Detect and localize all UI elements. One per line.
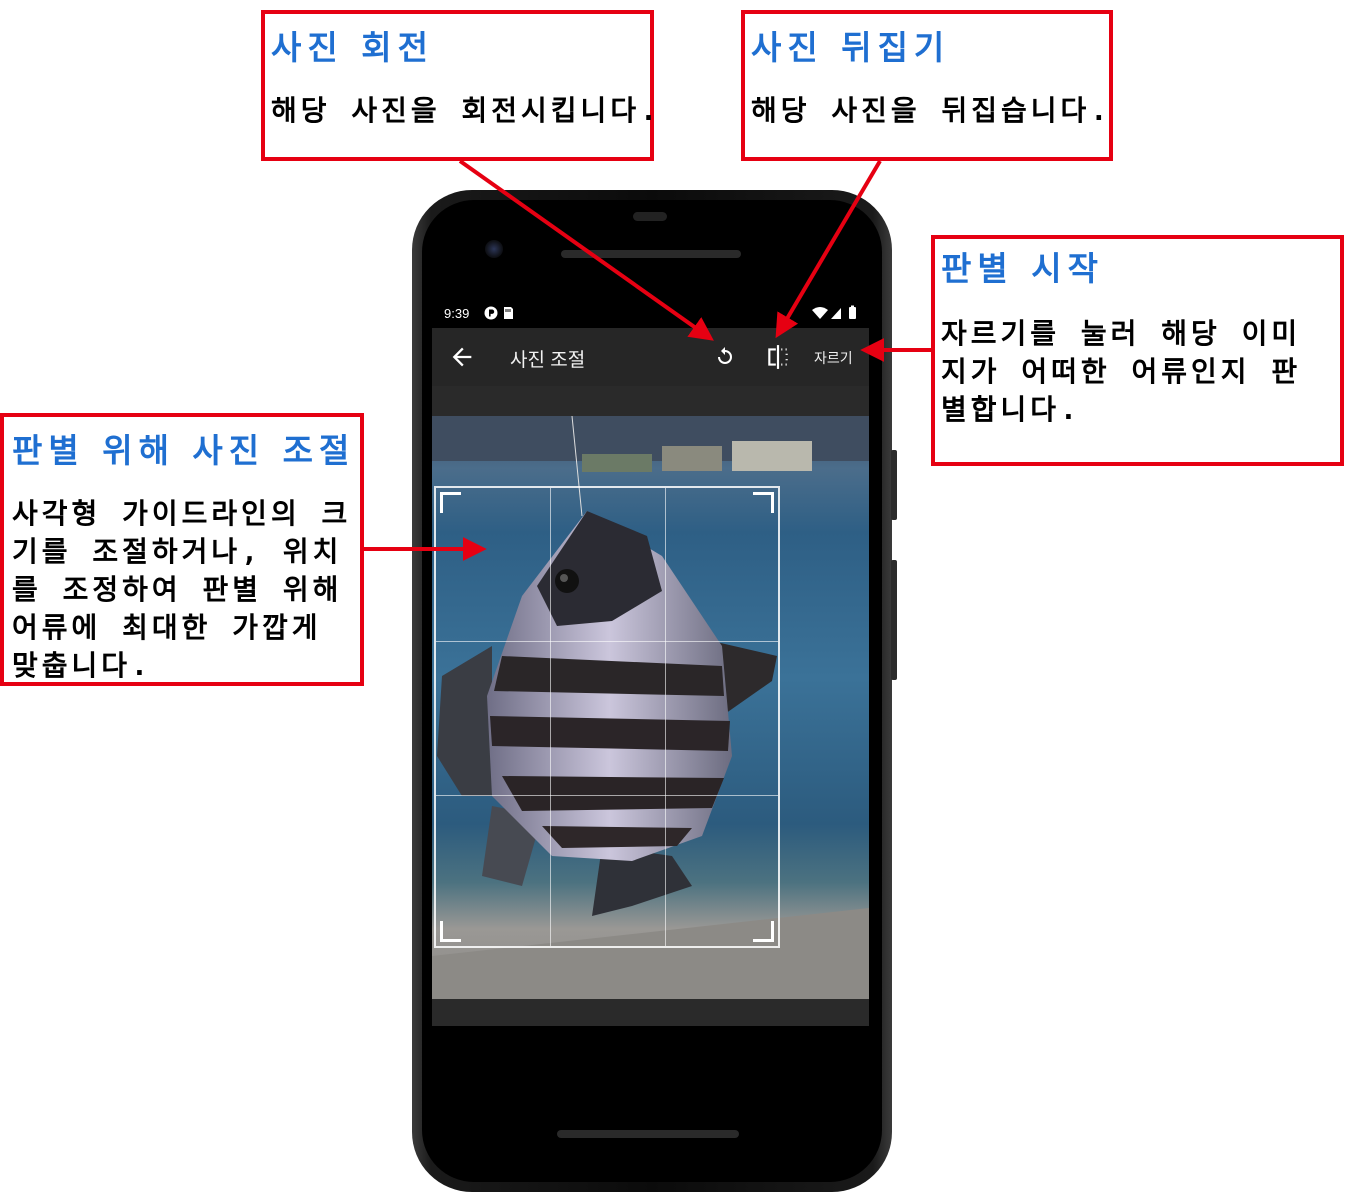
grid-line-v1	[550, 488, 551, 946]
wifi-signal-battery-icon	[812, 305, 856, 319]
grid-line-h2	[436, 795, 778, 796]
earpiece-speaker	[561, 250, 741, 258]
proximity-sensor	[633, 212, 667, 221]
volume-button	[891, 560, 897, 680]
status-bar: 9:39	[432, 300, 869, 328]
flip-icon[interactable]	[765, 344, 791, 370]
toolbar-title: 사진 조절	[510, 350, 586, 371]
callout-crop: 판별 시작 자르기를 눌러 해당 이미지가 어떠한 어류인지 판별합니다.	[931, 235, 1344, 466]
back-arrow-icon[interactable]	[448, 343, 476, 371]
front-camera-icon	[485, 240, 503, 258]
callout-adjust-title: 판별 위해 사진 조절	[12, 431, 356, 470]
status-time: 9:39	[444, 306, 470, 321]
callout-flip-title: 사진 뒤집기	[751, 28, 951, 67]
callout-flip: 사진 뒤집기 해당 사진을 뒤집습니다.	[741, 10, 1113, 161]
bottom-speaker	[557, 1130, 739, 1138]
rotate-icon[interactable]	[713, 345, 737, 369]
grid-line-h1	[436, 641, 778, 642]
crop-guide-frame[interactable]	[434, 486, 780, 948]
crop-handle-top-right[interactable]	[753, 492, 774, 513]
callout-rotate-desc: 해당 사진을 회전시킵니다.	[271, 94, 661, 127]
crop-area	[432, 386, 869, 1026]
system-status-icons	[811, 305, 859, 324]
crop-button[interactable]: 자르기	[814, 348, 853, 368]
callout-rotate: 사진 회전 해당 사진을 회전시킵니다.	[261, 10, 661, 161]
app-toolbar: 사진 조절 자르기	[432, 328, 869, 386]
power-button	[891, 450, 897, 520]
screen: 9:39 사진 조절 자르기	[432, 300, 869, 1026]
phone-device: 9:39 사진 조절 자르기	[412, 190, 897, 1192]
fish-photo	[432, 416, 869, 999]
callout-adjust-desc: 사각형 가이드라인의 크기를 조절하거나, 위치를 조정하여 판별 위해 어류에…	[12, 497, 352, 682]
crop-handle-bottom-left[interactable]	[440, 921, 461, 942]
callout-rotate-title: 사진 회전	[271, 28, 434, 67]
callout-flip-desc: 해당 사진을 뒤집습니다.	[751, 94, 1112, 127]
notification-app-icon	[484, 306, 513, 320]
notification-icons	[484, 306, 518, 323]
crop-handle-top-left[interactable]	[440, 492, 461, 513]
crop-handle-bottom-right[interactable]	[753, 921, 774, 942]
callout-crop-desc: 자르기를 눌러 해당 이미지가 어떠한 어류인지 판별합니다.	[941, 317, 1302, 426]
grid-line-v2	[665, 488, 666, 946]
callout-adjust: 판별 위해 사진 조절 사각형 가이드라인의 크기를 조절하거나, 위치를 조정…	[0, 413, 364, 686]
callout-crop-title: 판별 시작	[941, 249, 1104, 288]
